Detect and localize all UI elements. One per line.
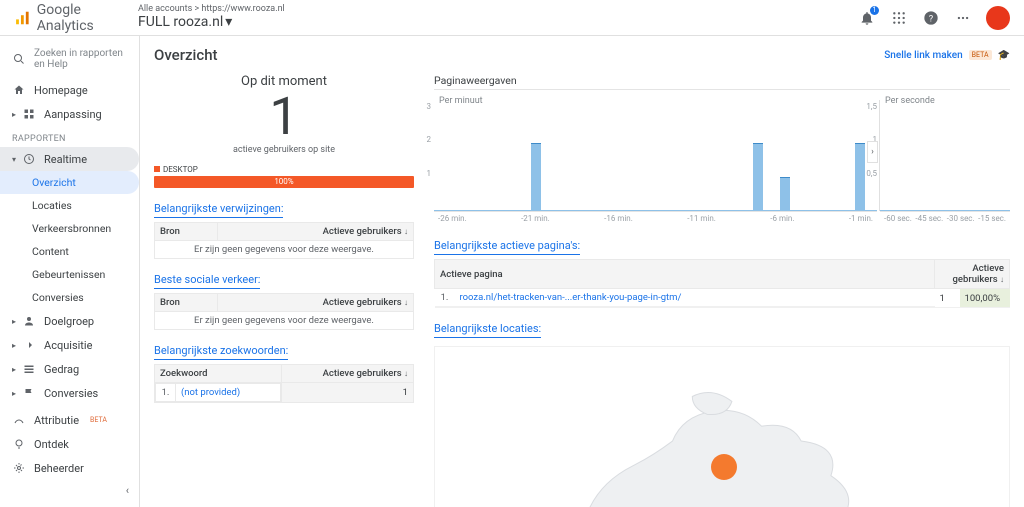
search-icon [12,52,26,66]
page-title: Overzicht [154,46,218,64]
map-location-dot [711,454,737,480]
sidebar-admin[interactable]: Beheerder [0,456,139,480]
logo-text: Google Analytics [37,2,134,34]
attribution-icon [12,413,26,427]
sidebar-realtime-traffic[interactable]: Verkeersbronnen [0,217,139,240]
keyword-row[interactable]: 1.(not provided) 1 [155,383,414,403]
section-referrals[interactable]: Belangrijkste verwijzingen: [154,202,283,218]
section-locations[interactable]: Belangrijkste locaties: [434,322,541,338]
sidebar-realtime-content[interactable]: Content [0,240,139,263]
sidebar-home[interactable]: Homepage [0,78,139,102]
behavior-icon [22,362,36,376]
keywords-table: Zoekwoord Actieve gebruikers ↓ 1.(not pro… [154,364,414,403]
main-content: Overzicht Snelle link maken BETA 🎓 Op di… [140,36,1024,507]
user-icon [22,314,36,328]
sidebar: Zoeken in rapporten en Help Homepage Aan… [0,36,140,507]
sidebar-realtime-events[interactable]: Gebeurtenissen [0,263,139,286]
chart-per-minute: Per minuut › 123 [434,94,877,212]
avatar[interactable] [986,6,1010,30]
section-keywords[interactable]: Belangrijkste zoekwoorden: [154,344,288,360]
chevron-left-icon: ‹ [126,484,129,497]
locations-map[interactable] [434,346,1010,507]
search-input[interactable]: Zoeken in rapporten en Help [0,44,139,78]
right-now-subtitle: actieve gebruikers op site [154,145,414,155]
right-now-count: 1 [154,91,414,143]
empty-social: Er zijn geen gegevens voor deze weergave… [155,312,414,330]
col-active-users: Actieve gebruikers [953,263,1004,285]
beta-badge: BETA [90,416,107,424]
sidebar-customization[interactable]: Aanpassing [0,102,139,126]
gear-icon [12,461,26,475]
notification-badge: 1 [870,6,879,15]
sort-down-icon: ↓ [404,298,408,307]
analytics-logo-icon [14,9,31,27]
customize-icon [22,107,36,121]
reports-label: RAPPORTEN [0,126,139,147]
sidebar-audience[interactable]: Doelgroep [0,309,139,333]
quick-link[interactable]: Snelle link maken [884,50,962,61]
referrals-table: Bron Actieve gebruikers ↓ Er zijn geen ge… [154,222,414,259]
sidebar-collapse[interactable]: ‹ [0,480,139,501]
left-column: Op dit moment 1 actieve gebruikers op si… [154,74,414,507]
chart-next[interactable]: › [867,141,878,163]
x-axis-second: -60 sec.-45 sec.-30 sec.-15 sec. [880,212,1010,225]
chart-label-minute: Per minuut [439,96,483,106]
col-source: Bron [155,294,218,312]
svg-text:?: ? [929,13,934,24]
apps-icon[interactable] [890,9,908,27]
search-placeholder: Zoeken in rapporten en Help [34,48,129,70]
desktop-label: DESKTOP [154,165,414,174]
col-active-page: Actieve pagina [435,260,935,289]
chevron-down-icon: ▾ [225,15,232,30]
header-actions: 1 ? [858,6,1010,30]
empty-referrals: Er zijn geen gegevens voor deze weergave… [155,241,414,259]
pageviews-title: Paginaweergaven [434,74,1010,90]
col-active-users: Actieve gebruikers [323,226,402,237]
notifications-icon[interactable]: 1 [858,9,876,27]
desktop-bar: 100% [154,176,414,188]
logo[interactable]: Google Analytics [14,2,134,34]
sidebar-realtime-locations[interactable]: Locaties [0,194,139,217]
bulb-icon [12,437,26,451]
sort-down-icon: ↓ [404,369,408,378]
sort-down-icon: ↓ [404,227,408,236]
sidebar-attribution[interactable]: AttributieBETA [0,408,139,432]
clock-icon [22,152,36,166]
sidebar-acquisition[interactable]: Acquisitie [0,333,139,357]
col-active-users: Actieve gebruikers [323,368,402,379]
map-svg [435,347,1009,507]
col-keyword: Zoekwoord [155,365,282,383]
active-pages-table: Actieve pagina Actieve gebruikers ↓ 1.roo… [434,259,1010,308]
flag-icon [22,386,36,400]
sidebar-conversions[interactable]: Conversies [0,381,139,405]
pageviews-charts: Per minuut › 123 Per seconde 0,511,5 [434,94,1010,212]
right-column: Paginaweergaven Per minuut › 123 Per sec… [434,74,1010,507]
section-active-pages[interactable]: Belangrijkste actieve pagina's: [434,239,580,255]
section-social[interactable]: Beste sociale verkeer: [154,273,260,289]
x-axis-minute: -26 min.-21 min.-16 min.-11 min.-6 min.-… [434,212,877,225]
sidebar-realtime-conversions[interactable]: Conversies [0,286,139,309]
chart-per-second: Per seconde 0,511,5 [880,94,1010,212]
sidebar-realtime-overview[interactable]: Overzicht [0,171,139,194]
beta-pill: BETA [969,50,992,60]
right-now-block: Op dit moment 1 actieve gebruikers op si… [154,74,414,155]
col-active-users: Actieve gebruikers [323,297,402,308]
sort-down-icon: ↓ [1000,275,1004,284]
account-name: FULL rooza.nl ▾ [138,15,285,30]
sidebar-realtime[interactable]: Realtime [0,147,139,171]
sidebar-behavior[interactable]: Gedrag [0,357,139,381]
help-icon[interactable]: ? [922,9,940,27]
chart-label-second: Per seconde [885,96,935,106]
active-page-row[interactable]: 1.rooza.nl/het-tracken-van-...er-thank-y… [435,289,1010,308]
sidebar-discover[interactable]: Ontdek [0,432,139,456]
graduation-icon[interactable]: 🎓 [998,50,1010,61]
col-source: Bron [155,223,218,241]
social-table: Bron Actieve gebruikers ↓ Er zijn geen ge… [154,293,414,330]
app-header: Google Analytics Alle accounts > https:/… [0,0,1024,36]
home-icon [12,83,26,97]
account-selector[interactable]: Alle accounts > https://www.rooza.nl FUL… [138,5,285,30]
acquisition-icon [22,338,36,352]
more-icon[interactable] [954,9,972,27]
